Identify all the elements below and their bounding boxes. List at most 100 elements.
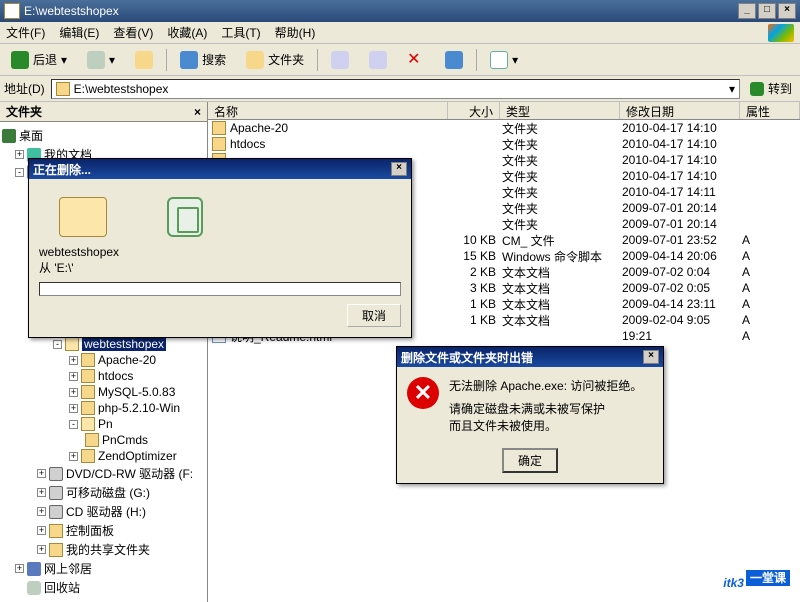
folders-icon: [246, 51, 264, 69]
tree-recycle[interactable]: 回收站: [44, 579, 80, 596]
dialog-titlebar[interactable]: 正在删除... ×: [29, 159, 411, 179]
collapse-button[interactable]: -: [15, 168, 24, 177]
column-headers[interactable]: 名称 大小 类型 修改日期 属性: [208, 102, 800, 120]
tree-webtestshopex[interactable]: webtestshopex: [82, 337, 166, 351]
chevron-down-icon: ▾: [512, 53, 518, 67]
copy-to-button[interactable]: [362, 48, 394, 72]
expand-button[interactable]: +: [37, 545, 46, 554]
tree-htdocs[interactable]: htdocs: [98, 369, 133, 383]
cancel-button[interactable]: 取消: [347, 304, 401, 327]
undo-button[interactable]: [438, 48, 470, 72]
go-button[interactable]: 转到: [746, 80, 796, 97]
tree-pn[interactable]: Pn: [98, 417, 113, 431]
folder-open-icon: [59, 197, 107, 237]
tree-pncmds[interactable]: PnCmds: [102, 433, 148, 447]
up-button[interactable]: [128, 48, 160, 72]
menu-view[interactable]: 查看(V): [113, 24, 153, 41]
tree-zend[interactable]: ZendOptimizer: [98, 449, 177, 463]
expand-button[interactable]: +: [69, 388, 78, 397]
folders-button[interactable]: 文件夹: [239, 48, 311, 72]
expand-button[interactable]: +: [37, 469, 46, 478]
expand-button[interactable]: +: [37, 526, 46, 535]
tree-mysql[interactable]: MySQL-5.0.83: [98, 385, 175, 399]
collapse-button[interactable]: -: [69, 420, 78, 429]
dialog-close-button[interactable]: ×: [391, 162, 407, 176]
ok-button[interactable]: 确定: [502, 448, 558, 473]
file-date: 19:21: [622, 329, 742, 343]
tree-share[interactable]: 我的共享文件夹: [66, 541, 150, 558]
back-button[interactable]: 后退▾: [4, 48, 74, 72]
expand-button[interactable]: +: [15, 150, 24, 159]
search-button[interactable]: 搜索: [173, 48, 233, 72]
forward-icon: [87, 51, 105, 69]
delete-progress-dialog: 正在删除... × webtestshopex 从 'E:\' 取消: [28, 158, 412, 338]
expand-button[interactable]: +: [37, 488, 46, 497]
expand-button[interactable]: +: [69, 356, 78, 365]
watermark: itk3一堂课: [723, 554, 790, 596]
col-name[interactable]: 名称: [208, 102, 448, 119]
col-size[interactable]: 大小: [448, 102, 500, 119]
file-type: 文件夹: [502, 152, 622, 169]
tree-php[interactable]: php-5.2.10-Win: [98, 401, 180, 415]
tree-desktop[interactable]: 桌面: [19, 127, 43, 144]
folder-open-icon: [65, 337, 79, 351]
expand-button[interactable]: +: [15, 564, 24, 573]
tree-ctrl[interactable]: 控制面板: [66, 522, 114, 539]
minimize-button[interactable]: _: [738, 3, 756, 19]
dialog-titlebar[interactable]: 删除文件或文件夹时出错 ×: [397, 347, 663, 367]
tree-cd[interactable]: CD 驱动器 (H:): [66, 503, 146, 520]
views-button[interactable]: ▾: [483, 48, 525, 72]
file-date: 2009-07-02 0:05: [622, 281, 742, 295]
network-icon: [27, 562, 41, 576]
control-panel-icon: [49, 524, 63, 538]
file-attr: A: [742, 265, 772, 279]
chevron-down-icon: ▾: [109, 53, 115, 67]
delete-button[interactable]: ✕: [400, 48, 432, 72]
tree-remov[interactable]: 可移动磁盘 (G:): [66, 484, 150, 501]
file-row[interactable]: Apache-20文件夹2010-04-17 14:10: [208, 120, 800, 136]
menu-help[interactable]: 帮助(H): [275, 24, 316, 41]
expand-button[interactable]: +: [69, 372, 78, 381]
window-icon: [4, 3, 20, 19]
tree-net[interactable]: 网上邻居: [44, 560, 92, 577]
expand-button[interactable]: +: [69, 452, 78, 461]
file-date: 2009-07-01 20:14: [622, 201, 742, 215]
maximize-button[interactable]: □: [758, 3, 776, 19]
file-attr: A: [742, 249, 772, 263]
file-date: 2009-07-01 20:14: [622, 217, 742, 231]
file-date: 2009-07-01 23:52: [622, 233, 742, 247]
menu-file[interactable]: 文件(F): [6, 24, 45, 41]
expand-button[interactable]: +: [37, 507, 46, 516]
file-type: Windows 命令脚本: [502, 248, 622, 265]
close-sidebar-button[interactable]: ×: [194, 105, 201, 119]
file-size: 15 KB: [450, 249, 502, 263]
file-type: 文本文档: [502, 296, 622, 313]
tree-apache[interactable]: Apache-20: [98, 353, 156, 367]
move-to-button[interactable]: [324, 48, 356, 72]
menu-fav[interactable]: 收藏(A): [167, 24, 207, 41]
error-line2: 请确定磁盘未满或未被写保护: [449, 400, 642, 417]
collapse-button[interactable]: -: [53, 340, 62, 349]
col-date[interactable]: 修改日期: [620, 102, 740, 119]
file-type: 文件夹: [502, 216, 622, 233]
dialog-title: 删除文件或文件夹时出错: [401, 349, 533, 366]
chevron-down-icon[interactable]: ▾: [729, 82, 735, 96]
drive-icon: [49, 467, 63, 481]
tree-dvd[interactable]: DVD/CD-RW 驱动器 (F:: [66, 465, 193, 482]
file-attr: A: [742, 313, 772, 327]
close-button[interactable]: ×: [778, 3, 796, 19]
col-type[interactable]: 类型: [500, 102, 620, 119]
expand-button[interactable]: +: [69, 404, 78, 413]
file-date: 2010-04-17 14:11: [622, 185, 742, 199]
file-size: 1 KB: [450, 297, 502, 311]
address-input[interactable]: E:\webtestshopex ▾: [51, 79, 740, 99]
folder-icon: [212, 121, 226, 135]
menu-tools[interactable]: 工具(T): [221, 24, 260, 41]
file-row[interactable]: htdocs文件夹2010-04-17 14:10: [208, 136, 800, 152]
search-icon: [180, 51, 198, 69]
file-size: 2 KB: [450, 265, 502, 279]
menu-edit[interactable]: 编辑(E): [59, 24, 99, 41]
col-attr[interactable]: 属性: [740, 102, 800, 119]
dialog-close-button[interactable]: ×: [643, 350, 659, 364]
forward-button[interactable]: ▾: [80, 48, 122, 72]
